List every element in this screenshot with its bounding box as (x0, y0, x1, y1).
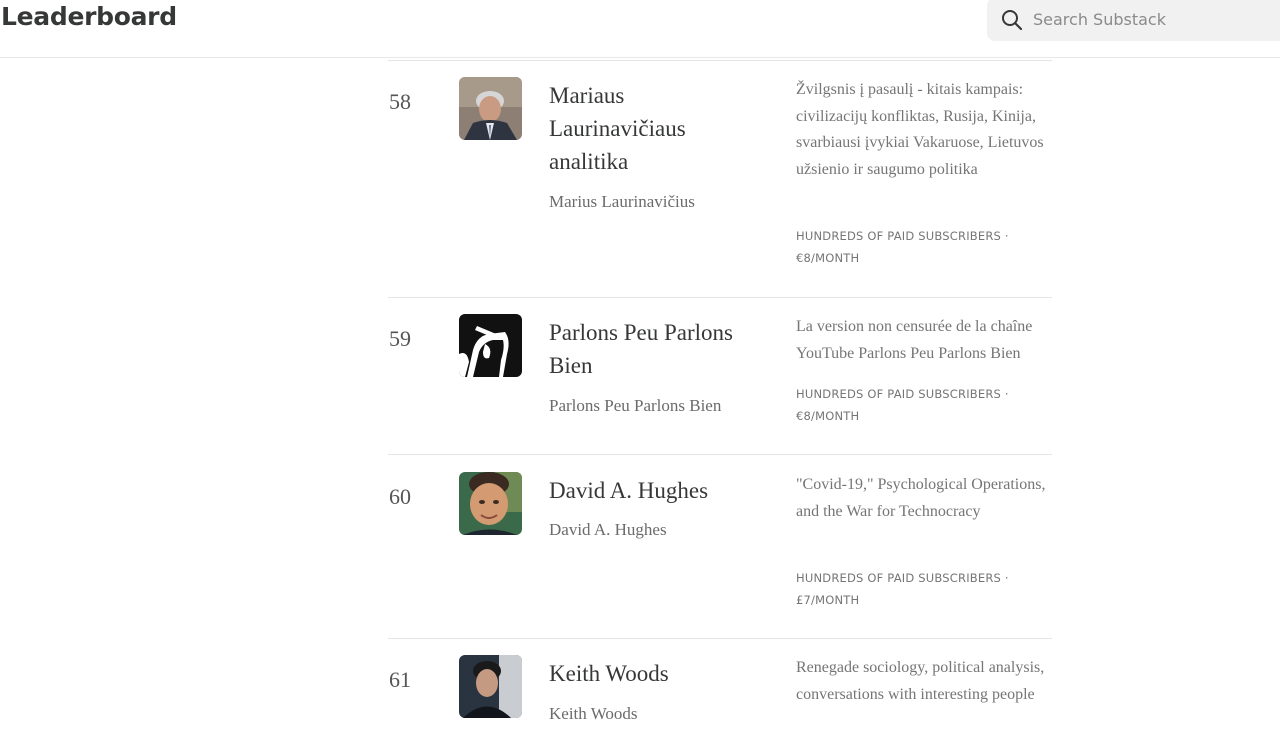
publication-description: Žvilgsnis į pasaulį - kitais kampais: ci… (796, 81, 1044, 178)
top-bar: Leaderboard (0, 0, 1280, 58)
rank-number: 58 (389, 89, 411, 114)
publication-name[interactable]: Mariaus Laurinavičiaus analitika (549, 79, 754, 178)
author-name[interactable]: Marius Laurinavičius (549, 191, 769, 213)
rank-number: 59 (389, 326, 411, 351)
subscription-meta: Hundreds of paid subscribers · €8/month (796, 229, 1009, 265)
publication-name[interactable]: Keith Woods (549, 657, 754, 690)
rank-number: 61 (389, 667, 411, 692)
publication-avatar[interactable] (459, 77, 522, 140)
search-icon[interactable] (1001, 9, 1023, 31)
search-input[interactable] (1033, 6, 1273, 32)
rank-number: 60 (389, 484, 411, 509)
divider (388, 297, 1052, 298)
author-name[interactable]: David A. Hughes (549, 519, 769, 541)
leaderboard-list: 58 Mariaus Laurinavičiaus analitika Mari… (0, 0, 1280, 746)
publication-description: Renegade sociology, political analysis, … (796, 659, 1045, 703)
divider (388, 454, 1052, 455)
author-name[interactable]: Parlons Peu Parlons Bien (549, 395, 769, 417)
publication-description: "Covid-19," Psychological Operations, an… (796, 476, 1046, 520)
publication-name[interactable]: Parlons Peu Parlons Bien (549, 316, 754, 382)
author-name[interactable]: Keith Woods (549, 703, 769, 725)
divider (388, 638, 1052, 639)
subscription-meta: Hundreds of paid subscribers · €8/month (796, 387, 1009, 423)
publication-avatar[interactable] (459, 314, 522, 377)
subscription-meta: Hundreds of paid subscribers · £7/month (796, 571, 1009, 607)
publication-avatar[interactable] (459, 472, 522, 535)
publication-name[interactable]: David A. Hughes (549, 474, 754, 507)
search-box[interactable] (987, 0, 1280, 41)
page-title: Leaderboard (1, 2, 177, 31)
divider (388, 60, 1052, 61)
publication-avatar[interactable] (459, 655, 522, 718)
publication-description: La version non censurée de la chaîne You… (796, 318, 1033, 362)
